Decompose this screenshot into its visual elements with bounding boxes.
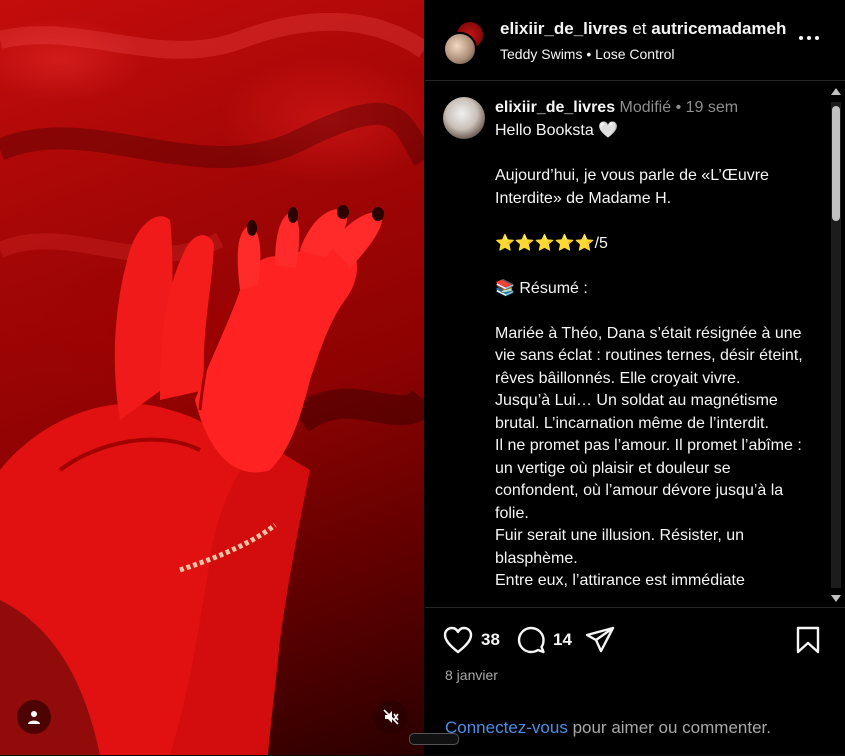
scroll-down-arrow[interactable]	[831, 595, 841, 602]
caption-line: Fuir serait une illusion. Résister, un b…	[495, 527, 744, 567]
caption-line: Il ne promet pas l’amour. Il promet l’ab…	[495, 437, 802, 522]
caption-blank-line	[495, 255, 813, 278]
caption-text: Hello Booksta 🤍 Aujourd’hui, je vous parl…	[495, 120, 813, 593]
caption-line: Jusqu’à Lui… Un soldat au magnétisme bru…	[495, 392, 778, 432]
caption-line: Aujourd’hui, je vous parle de «L’Œuvre I…	[495, 167, 769, 207]
caption-blank-line	[495, 210, 813, 233]
comment-icon[interactable]	[517, 626, 545, 654]
tag-people-button[interactable]	[17, 700, 51, 734]
username-link[interactable]: autricemadameh	[651, 19, 786, 38]
user-tag-icon	[28, 711, 40, 724]
avatar[interactable]	[443, 97, 485, 139]
caption-line: Mariée à Théo, Dana s’était résignée à u…	[495, 324, 803, 387]
caption-line: ⭐⭐⭐⭐⭐/5	[495, 234, 608, 252]
conjunction-text: et	[632, 19, 647, 38]
caption-blank-line	[495, 143, 813, 166]
caption-scrollbar[interactable]	[827, 84, 845, 606]
caption-section: elixiir_de_livres Modifié • 19 sem Hello…	[425, 81, 827, 607]
collab-avatars[interactable]	[443, 20, 485, 66]
comment-action: 14	[517, 626, 572, 654]
post-age[interactable]: 19 sem	[686, 99, 738, 116]
post-details-panel: elixiir_de_livres et autricemadameh Tedd…	[425, 0, 845, 755]
post-dialog: elixiir_de_livres et autricemadameh Tedd…	[0, 0, 845, 755]
login-prompt: Connectez-vous pour aimer ou commenter.	[445, 718, 771, 738]
login-link[interactable]: Connectez-vous	[445, 718, 568, 737]
scroll-thumb[interactable]	[832, 106, 840, 221]
separator-dot: •	[675, 99, 682, 116]
caption-line: Entre eux, l’attirance est immédiate	[495, 572, 745, 589]
more-horizontal-icon	[799, 36, 803, 40]
caption-line: 📚 Résumé :	[495, 279, 588, 297]
scroll-handle[interactable]	[409, 733, 459, 745]
post-media-video[interactable]	[0, 0, 424, 755]
send-icon[interactable]	[585, 626, 615, 654]
post-date[interactable]: 8 janvier	[445, 667, 498, 683]
share-action	[585, 626, 615, 654]
more-dot	[815, 36, 819, 40]
save-action	[795, 626, 821, 654]
caption-header: elixiir_de_livres Modifié • 19 sem	[495, 99, 738, 117]
more-dot	[807, 36, 811, 40]
separator-dot: •	[586, 46, 592, 62]
post-footer: 38 14 8 janvier Connectez-vous pour aime…	[425, 607, 845, 756]
more-options-button[interactable]	[795, 28, 823, 48]
music-track: Lose Control	[595, 46, 675, 62]
like-action: 38	[443, 626, 500, 654]
hands-illustration	[0, 12, 424, 755]
caption-line: Hello Booksta 🤍	[495, 122, 619, 139]
login-prompt-text: pour aimer ou commenter.	[567, 718, 771, 737]
edited-label: Modifié	[619, 99, 672, 116]
avatar	[443, 32, 477, 66]
caption-blank-line	[495, 300, 813, 323]
like-count[interactable]: 38	[481, 630, 500, 650]
username-link[interactable]: elixiir_de_livres	[500, 19, 628, 38]
muted-speaker-icon	[383, 709, 399, 725]
collab-usernames: elixiir_de_livres et autricemadameh	[500, 19, 786, 39]
caption-username[interactable]: elixiir_de_livres	[495, 99, 615, 116]
heart-icon[interactable]	[443, 626, 473, 654]
scroll-up-arrow[interactable]	[831, 88, 841, 95]
mute-button[interactable]	[374, 700, 408, 734]
comment-count[interactable]: 14	[553, 630, 572, 650]
bookmark-icon[interactable]	[795, 626, 821, 654]
music-artist: Teddy Swims	[500, 46, 583, 62]
post-header: elixiir_de_livres et autricemadameh Tedd…	[425, 0, 845, 81]
audio-attribution[interactable]: Teddy Swims • Lose Control	[500, 46, 675, 62]
